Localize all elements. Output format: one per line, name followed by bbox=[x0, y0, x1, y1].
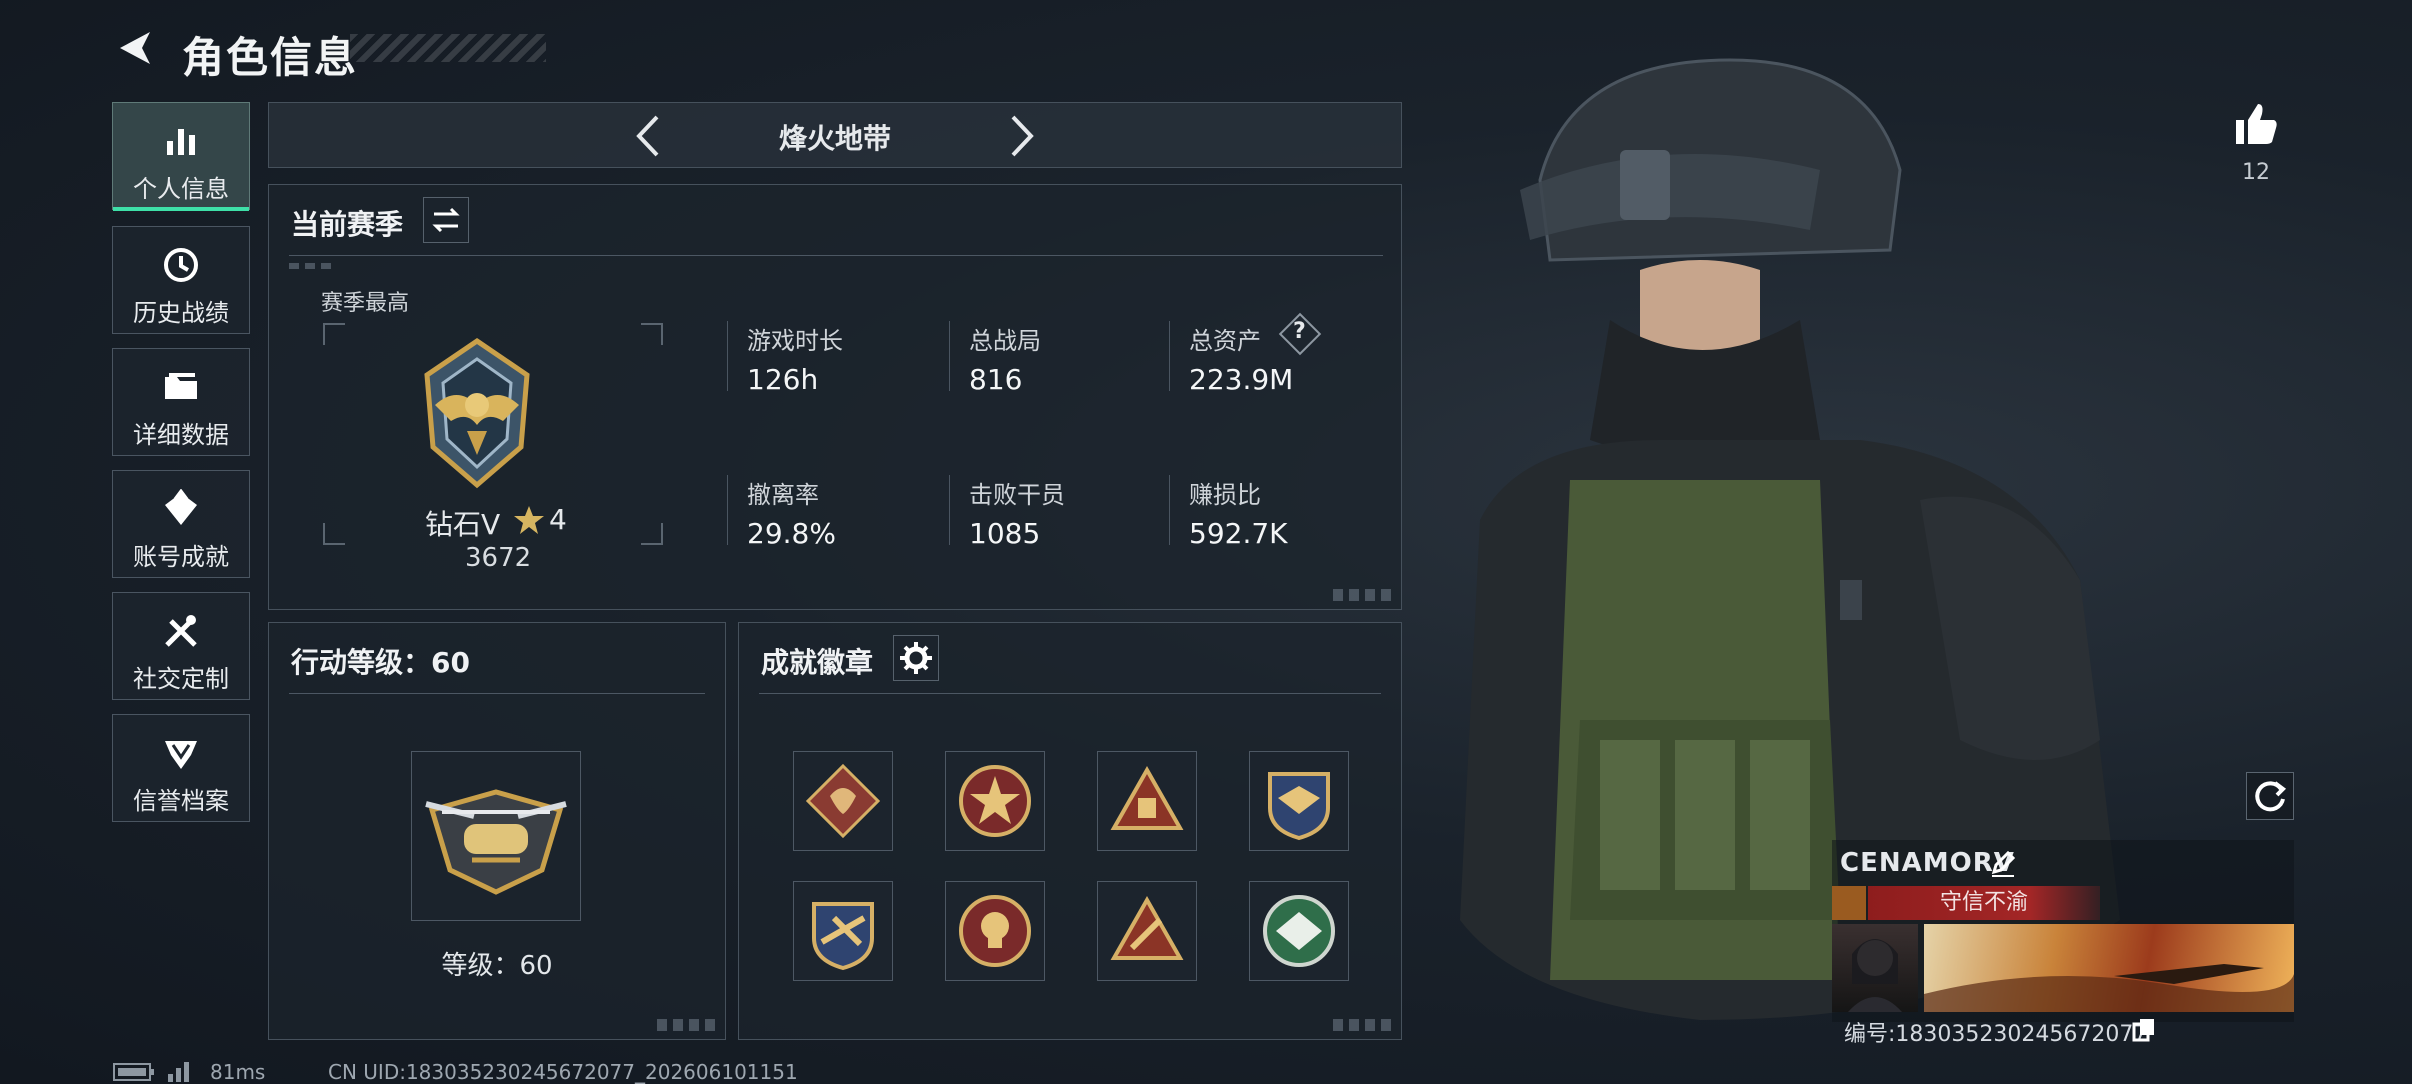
rank-name: 钻石V bbox=[425, 508, 501, 541]
nav-item-history[interactable]: 历史战绩 bbox=[112, 226, 250, 334]
stat-value-playtime: 126h bbox=[747, 363, 819, 396]
season-title: 当前赛季 bbox=[291, 208, 404, 241]
thumbs-up-icon[interactable] bbox=[2230, 98, 2280, 148]
action-level-text: 等级：60 bbox=[441, 951, 553, 981]
season-panel: 当前赛季 赛季最高 钻石V 4 3672 游戏时长 126h 总战局 816 总… bbox=[268, 184, 1402, 610]
ping-text: 81ms bbox=[210, 1060, 266, 1084]
corner-decoration bbox=[657, 1019, 717, 1031]
nav-item-detailed-data[interactable]: 详细数据 bbox=[112, 348, 250, 456]
nav-label: 历史战绩 bbox=[133, 299, 229, 327]
achievement-badge[interactable] bbox=[1249, 751, 1349, 851]
nav-label: 详细数据 bbox=[133, 421, 229, 449]
blue-eagle-badge-2-icon bbox=[812, 902, 874, 971]
swap-icon bbox=[432, 207, 460, 233]
avatar-portrait bbox=[1848, 939, 1902, 1012]
tools-icon bbox=[165, 615, 197, 647]
dragon-badge-icon bbox=[805, 763, 881, 839]
player-id: 编号:183035230245672077 bbox=[1844, 1022, 2148, 1047]
nav-item-credit-record[interactable]: 信誉档案 bbox=[112, 714, 250, 822]
corner-decoration bbox=[1333, 589, 1393, 601]
back-arrow-icon[interactable] bbox=[112, 26, 156, 70]
achievement-icon bbox=[165, 489, 197, 525]
divider-decoration bbox=[289, 263, 333, 269]
blue-eagle-badge-icon bbox=[1268, 772, 1330, 841]
rotate-button[interactable] bbox=[2246, 772, 2294, 820]
achievement-badge[interactable] bbox=[793, 751, 893, 851]
history-icon bbox=[164, 248, 198, 282]
stat-value-extraction-rate: 29.8% bbox=[747, 517, 836, 550]
uid-text: CN UID:183035230245672077_202606101151 bbox=[328, 1060, 798, 1084]
stat-value-total-assets: 223.9M bbox=[1189, 363, 1294, 396]
season-best-label: 赛季最高 bbox=[321, 291, 410, 316]
mode-label: 烽火地带 bbox=[778, 122, 891, 155]
nav-label: 社交定制 bbox=[133, 665, 229, 693]
copy-icon[interactable] bbox=[2130, 1016, 2158, 1044]
divider bbox=[289, 693, 705, 694]
edit-name-icon[interactable] bbox=[1988, 848, 2018, 878]
achievement-badges-title: 成就徽章 bbox=[761, 646, 874, 679]
rank-points: 3672 bbox=[465, 543, 532, 573]
mode-selector-bar: 烽火地带 bbox=[268, 102, 1402, 168]
stat-label-operators-defeated: 击败干员 bbox=[969, 481, 1065, 509]
nav-label: 信誉档案 bbox=[133, 787, 229, 815]
green-emblem-badge-icon bbox=[1263, 895, 1335, 967]
signal-icon bbox=[168, 1062, 189, 1082]
stat-value-operators-defeated: 1085 bbox=[969, 517, 1041, 550]
star-badge-icon bbox=[959, 765, 1031, 837]
banner-artwork bbox=[1924, 964, 2294, 1012]
nav-item-social-custom[interactable]: 社交定制 bbox=[112, 592, 250, 700]
rank-star-count: 4 bbox=[549, 503, 567, 536]
divider bbox=[759, 693, 1381, 694]
achievement-badge[interactable] bbox=[945, 751, 1045, 851]
badge-settings-button[interactable] bbox=[893, 635, 939, 681]
bar-chart-icon bbox=[167, 129, 195, 155]
nav-item-personal-info[interactable]: 个人信息 bbox=[112, 102, 250, 211]
diamond-rank-emblem bbox=[424, 337, 530, 489]
nav-item-achievements[interactable]: 账号成就 bbox=[112, 470, 250, 578]
stat-label-total-matches: 总战局 bbox=[969, 327, 1041, 355]
credit-tag: 守信不渝 bbox=[1868, 886, 2100, 920]
achievement-badge[interactable] bbox=[945, 881, 1045, 981]
nav-label: 账号成就 bbox=[133, 543, 229, 571]
skull-badge-icon bbox=[959, 895, 1031, 967]
corner-decoration bbox=[1333, 1019, 1393, 1031]
stat-value-profit-ratio: 592.7K bbox=[1189, 517, 1288, 550]
triangle-badge-2-icon bbox=[1110, 895, 1184, 960]
achievement-badge[interactable] bbox=[1097, 751, 1197, 851]
player-banner[interactable] bbox=[1924, 924, 2294, 1012]
gear-icon bbox=[900, 642, 932, 674]
refresh-icon bbox=[2255, 781, 2287, 812]
achievement-badge[interactable] bbox=[793, 881, 893, 981]
stat-label-extraction-rate: 撤离率 bbox=[747, 481, 819, 509]
action-level-panel: 行动等级：60 等级：60 bbox=[268, 622, 726, 1040]
season-switch-button[interactable] bbox=[423, 197, 469, 243]
helicopter-level-emblem bbox=[425, 789, 567, 895]
rank-star-icon bbox=[514, 506, 544, 534]
action-level-emblem-frame bbox=[411, 751, 581, 921]
help-icon: ? bbox=[1293, 319, 1306, 344]
stat-label-playtime: 游戏时长 bbox=[747, 327, 843, 355]
folder-icon bbox=[165, 373, 197, 399]
profile-card: CENAMORV 守信不渝 bbox=[1832, 840, 2294, 1022]
battery-icon bbox=[113, 1063, 154, 1081]
stat-label-profit-ratio: 赚损比 bbox=[1189, 481, 1261, 509]
achievement-badge[interactable] bbox=[1249, 881, 1349, 981]
player-avatar[interactable] bbox=[1832, 924, 1918, 1012]
achievement-badges-panel: 成就徽章 bbox=[738, 622, 1402, 1040]
title-decoration bbox=[350, 34, 546, 62]
stat-value-total-matches: 816 bbox=[969, 363, 1023, 396]
action-level-title: 行动等级：60 bbox=[291, 646, 470, 679]
shield-icon bbox=[165, 741, 197, 769]
triangle-badge-icon bbox=[1110, 765, 1184, 830]
achievement-badge[interactable] bbox=[1097, 881, 1197, 981]
divider bbox=[289, 255, 1383, 256]
credit-level-icon bbox=[1832, 886, 1866, 920]
nav-label: 个人信息 bbox=[133, 175, 229, 203]
chevron-right-icon[interactable] bbox=[1005, 111, 1039, 161]
like-count: 12 bbox=[2242, 160, 2270, 185]
stat-label-total-assets: 总资产 bbox=[1189, 327, 1261, 355]
page-title: 角色信息 bbox=[182, 33, 359, 82]
